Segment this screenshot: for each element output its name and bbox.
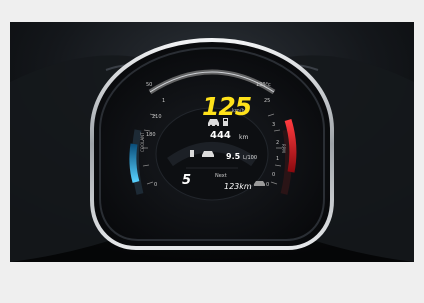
car-side-icon bbox=[202, 151, 214, 157]
right-scale-label-3: 2 bbox=[276, 140, 280, 146]
range-readout: 444 bbox=[210, 130, 231, 141]
instrument-cluster-photo: 50 130°c 1 210 180 COOLANT 0 25 3 2 1 0 … bbox=[10, 22, 414, 262]
left-bottom-tick: 0 bbox=[154, 182, 158, 188]
right-scale-label-5: 0 bbox=[272, 172, 276, 178]
consumption-readout: 9.5 bbox=[226, 152, 241, 161]
speed-scale-start: 50 bbox=[146, 82, 153, 88]
speed-unit: km/h bbox=[232, 108, 245, 114]
right-scale-label-2: 3 bbox=[272, 122, 276, 128]
right-scale-label-4: 1 bbox=[276, 156, 280, 162]
range-unit: km bbox=[239, 134, 249, 141]
consumption-unit: L/100 bbox=[243, 155, 258, 161]
temperature-arc bbox=[129, 143, 140, 183]
speed-scale-end: 130°c bbox=[256, 82, 271, 88]
cluster-graphic bbox=[10, 22, 414, 262]
trip-distance: 123km bbox=[224, 182, 252, 191]
coolant-label: COOLANT bbox=[140, 132, 145, 152]
gear-indicator: 5 bbox=[182, 173, 192, 188]
next-label: Next bbox=[215, 173, 227, 179]
left-scale-label-3: 180 bbox=[146, 132, 156, 138]
rpm-label: RPM bbox=[281, 144, 286, 153]
right-scale-label-1: 25 bbox=[264, 98, 271, 104]
left-scale-label-2: 210 bbox=[152, 114, 162, 120]
speed-readout: 125 bbox=[202, 92, 252, 121]
right-bottom-tick: 0 bbox=[266, 182, 270, 188]
left-scale-label-1: 1 bbox=[162, 98, 166, 104]
fuel-gauge-icon bbox=[190, 150, 194, 157]
